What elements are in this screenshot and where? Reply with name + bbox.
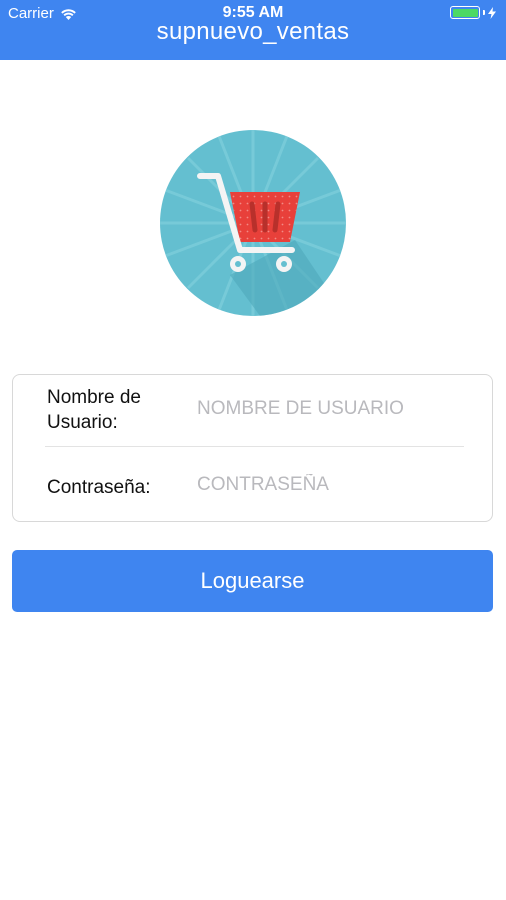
login-form: Nombre de Usuario: Contraseña: <box>12 374 493 522</box>
username-field[interactable] <box>197 395 464 423</box>
username-label: Nombre de Usuario: <box>47 387 141 433</box>
app-title: supnuevo_ventas <box>156 18 350 45</box>
navigation-bar: Carrier 9:55 AM supnuevo_ventas <box>0 0 506 60</box>
username-row: Nombre de Usuario: <box>47 375 464 447</box>
shopping-cart-icon <box>160 130 346 316</box>
charging-bolt-icon <box>488 6 496 19</box>
password-row: Contraseña: <box>47 447 464 523</box>
password-label: Contraseña: <box>47 477 151 498</box>
login-button[interactable]: Loguearse <box>12 550 493 612</box>
password-field[interactable] <box>197 471 464 499</box>
